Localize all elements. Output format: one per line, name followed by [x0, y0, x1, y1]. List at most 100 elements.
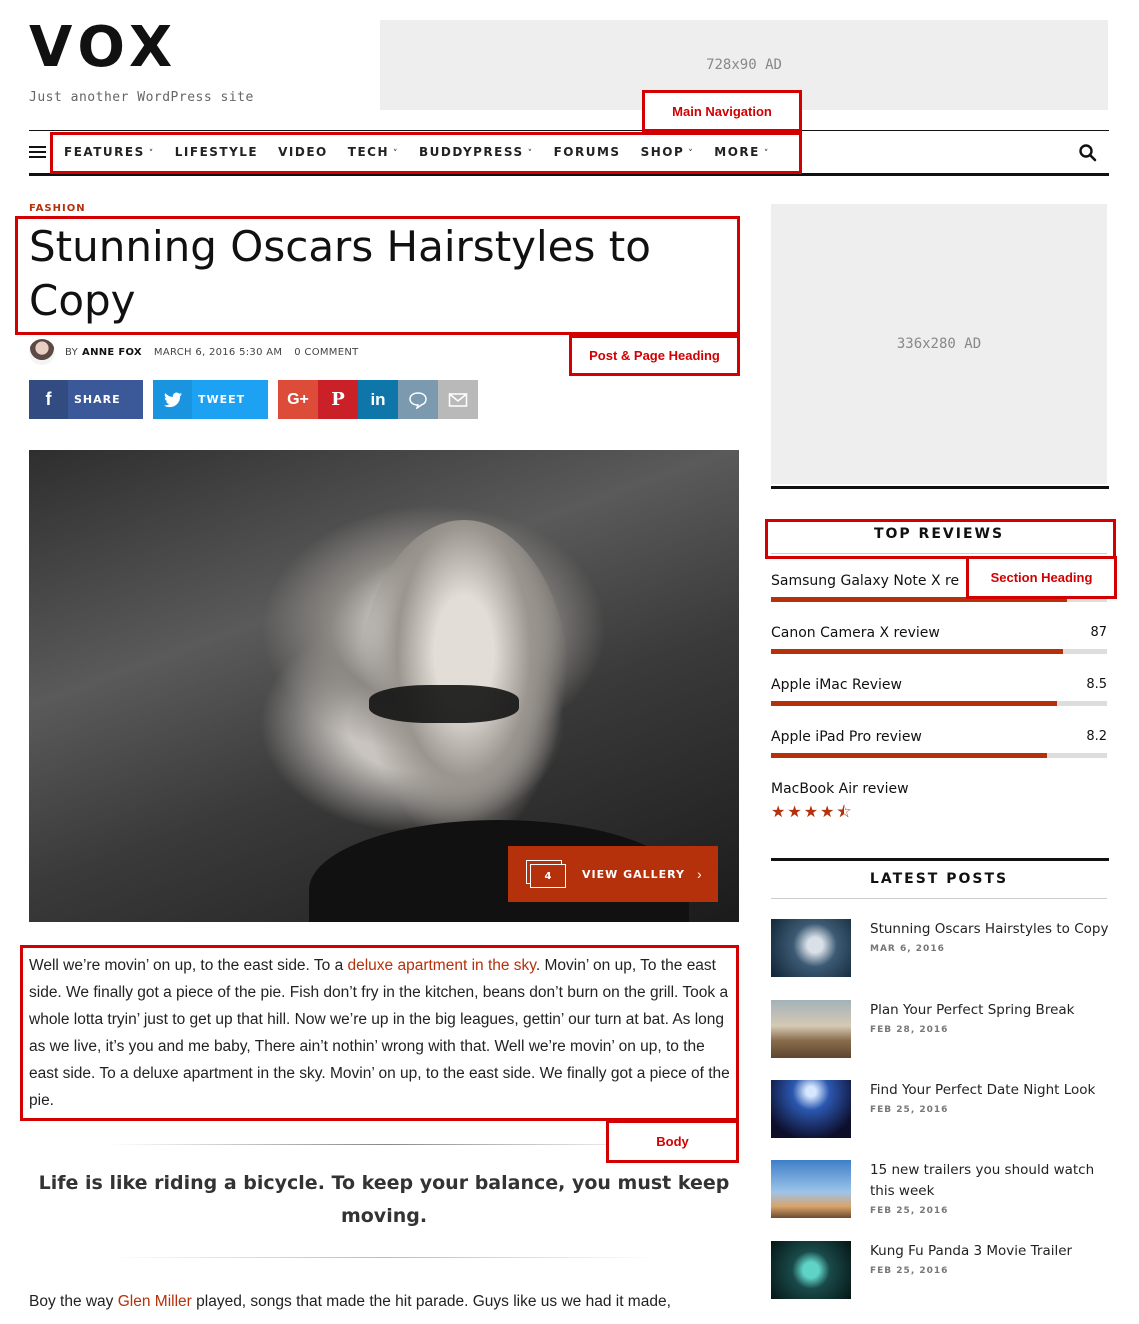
email-share-button[interactable]: [438, 380, 478, 419]
share-buttons: f SHARE TWEET G+ P in: [29, 380, 478, 419]
annotation-label-main-navigation: Main Navigation: [642, 90, 802, 132]
quote-divider-bottom: [110, 1257, 660, 1258]
post-thumbnail[interactable]: [771, 1080, 851, 1138]
chevron-right-icon: ›: [697, 866, 702, 882]
chevron-down-icon: ˅: [763, 149, 770, 159]
latest-post-item[interactable]: Find Your Perfect Date Night Look FEB 25…: [771, 1080, 1109, 1138]
pull-quote: Life is like riding a bicycle. To keep y…: [38, 1172, 730, 1227]
pinterest-share-button[interactable]: P: [318, 380, 358, 419]
deluxe-apartment-link[interactable]: deluxe apartment in the sky: [348, 957, 536, 974]
facebook-share-button[interactable]: f SHARE: [29, 380, 143, 419]
nav-item-lifestyle[interactable]: LIFESTYLE: [175, 145, 258, 159]
review-score: 8.5: [1086, 677, 1107, 692]
view-gallery-label: VIEW GALLERY: [582, 867, 685, 881]
review-item[interactable]: Apple iMac Review 8.5: [771, 677, 1107, 706]
nav-item-more[interactable]: MORE ˅: [714, 145, 770, 159]
facebook-icon: f: [29, 380, 68, 419]
review-title[interactable]: MacBook Air review: [771, 781, 909, 797]
comment-icon: [409, 391, 427, 409]
post-date: MARCH 6, 2016 5:30 AM: [153, 346, 283, 358]
post-meta: BY ANNE FOX MARCH 6, 2016 5:30 AM 0 COMM…: [29, 339, 359, 365]
facebook-share-label: SHARE: [74, 393, 121, 406]
nav-item-features[interactable]: FEATURES ˅: [64, 145, 155, 159]
chevron-down-icon: ˅: [527, 149, 534, 159]
post-link[interactable]: Find Your Perfect Date Night Look: [870, 1080, 1095, 1101]
post-link[interactable]: 15 new trailers you should watch this we…: [870, 1160, 1109, 1202]
post-thumbnail[interactable]: [771, 1000, 851, 1058]
review-title[interactable]: Apple iPad Pro review: [771, 729, 922, 745]
post-link[interactable]: Plan Your Perfect Spring Break: [870, 1000, 1074, 1021]
nav-item-video[interactable]: VIDEO: [278, 145, 328, 159]
quote-divider-top: [110, 1144, 660, 1145]
body2-text-end: played, songs that made the hit parade. …: [191, 1293, 671, 1310]
nav-item-forums[interactable]: FORUMS: [554, 145, 621, 159]
star-rating-icon: ★★★★⯪: [771, 804, 854, 821]
nav-item-shop[interactable]: SHOP ˅: [641, 145, 695, 159]
post-date: FEB 25, 2016: [870, 1266, 949, 1276]
googleplus-share-button[interactable]: G+: [278, 380, 318, 419]
post-thumbnail[interactable]: [771, 1241, 851, 1299]
featured-image[interactable]: 4 VIEW GALLERY ›: [29, 450, 739, 922]
post-date: FEB 25, 2016: [870, 1105, 949, 1115]
post-body-continued: Boy the way Glen Miller played, songs th…: [29, 1288, 734, 1315]
post-thumbnail[interactable]: [771, 919, 851, 977]
latest-post-item[interactable]: Stunning Oscars Hairstyles to Copy MAR 6…: [771, 919, 1109, 977]
post-link[interactable]: Kung Fu Panda 3 Movie Trailer: [870, 1241, 1072, 1262]
review-title[interactable]: Canon Camera X review: [771, 625, 940, 641]
main-navigation: FEATURES ˅ LIFESTYLE VIDEO TECH ˅ BUDDYPRE…: [64, 131, 790, 173]
review-item[interactable]: MacBook Air review ★★★★⯪: [771, 781, 1107, 828]
top-reviews-underline: [771, 553, 1107, 554]
annotation-label-section-heading: Section Heading: [966, 556, 1117, 599]
review-score: 87: [1090, 625, 1107, 640]
post-link[interactable]: Stunning Oscars Hairstyles to Copy: [870, 919, 1108, 940]
annotation-label-body: Body: [606, 1120, 739, 1163]
search-icon[interactable]: [1078, 143, 1098, 163]
hero-figure-sunglasses: [369, 685, 519, 723]
body-text-end: . Movin’ on up, To the east side. We fin…: [29, 957, 730, 1109]
comment-button[interactable]: [398, 380, 438, 419]
post-thumbnail[interactable]: [771, 1160, 851, 1218]
pinterest-icon: P: [331, 389, 345, 410]
nav-item-buddypress[interactable]: BUDDYPRESS ˅: [419, 145, 534, 159]
twitter-share-label: TWEET: [198, 393, 246, 406]
review-score-bar: [771, 701, 1107, 706]
glen-miller-link[interactable]: Glen Miller: [118, 1293, 192, 1310]
site-logo[interactable]: VOX: [29, 18, 178, 78]
site-tagline: Just another WordPress site: [29, 90, 254, 105]
linkedin-share-button[interactable]: in: [358, 380, 398, 419]
review-score-bar: [771, 753, 1107, 758]
nav-item-tech[interactable]: TECH ˅: [348, 145, 399, 159]
author-link[interactable]: ANNE FOX: [82, 347, 142, 358]
review-score: 8.2: [1086, 729, 1107, 744]
latest-posts-heading: LATEST POSTS: [869, 871, 1009, 887]
post-date: FEB 25, 2016: [870, 1206, 949, 1216]
review-item[interactable]: Apple iPad Pro review 8.2: [771, 729, 1107, 758]
post-title: Stunning Oscars Hairstyles to Copy: [29, 222, 651, 325]
review-title[interactable]: Samsung Galaxy Note X re: [771, 573, 959, 589]
googleplus-icon: G+: [287, 390, 309, 408]
view-gallery-button[interactable]: 4 VIEW GALLERY ›: [508, 846, 718, 902]
meta-by: BY: [65, 346, 79, 358]
latest-post-item[interactable]: Plan Your Perfect Spring Break FEB 28, 2…: [771, 1000, 1109, 1058]
twitter-icon: [153, 380, 192, 419]
gallery-stack-icon: 4: [526, 860, 566, 888]
latest-post-item[interactable]: Kung Fu Panda 3 Movie Trailer FEB 25, 20…: [771, 1241, 1109, 1299]
body-text-start: Well we’re movin’ on up, to the east sid…: [29, 957, 348, 974]
comment-count[interactable]: 0 COMMENT: [294, 347, 358, 358]
ad-sidebar[interactable]: 336x280 AD: [771, 204, 1107, 484]
review-item[interactable]: Canon Camera X review 87: [771, 625, 1107, 654]
body2-text-start: Boy the way: [29, 1293, 118, 1310]
top-reviews-border: [771, 486, 1109, 489]
hamburger-icon[interactable]: [29, 146, 46, 159]
avatar[interactable]: [29, 339, 55, 365]
chevron-down-icon: ˅: [393, 149, 399, 159]
post-category[interactable]: FASHION: [29, 203, 86, 214]
gallery-count: 4: [530, 864, 566, 888]
latest-post-item[interactable]: 15 new trailers you should watch this we…: [771, 1160, 1109, 1218]
linkedin-icon: in: [370, 389, 386, 409]
review-title[interactable]: Apple iMac Review: [771, 677, 902, 693]
twitter-share-button[interactable]: TWEET: [153, 380, 268, 419]
latest-posts-underline: [771, 898, 1107, 899]
post-body: Well we’re movin’ on up, to the east sid…: [29, 952, 734, 1114]
envelope-icon: [448, 392, 468, 407]
